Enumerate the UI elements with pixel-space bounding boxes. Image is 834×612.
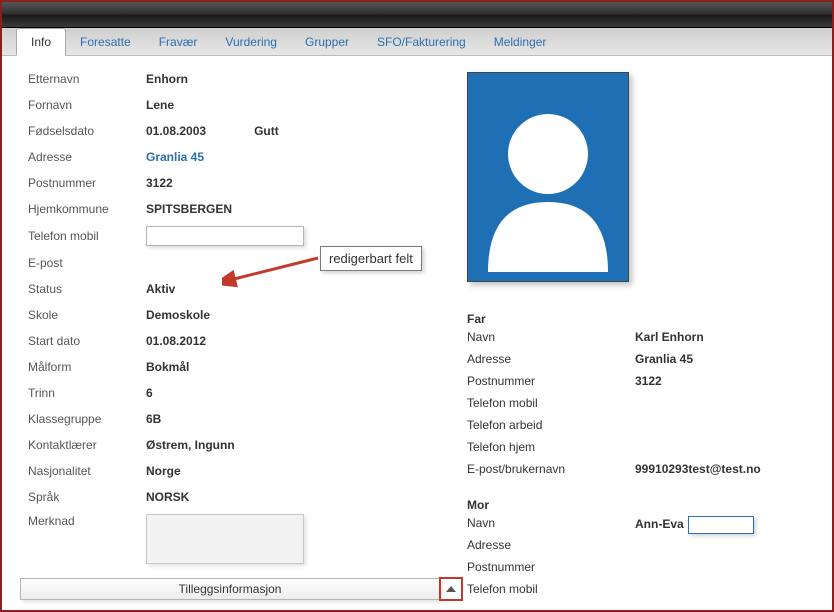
mor-label-adresse: Adresse <box>467 538 635 556</box>
value-sprak: NORSK <box>146 490 189 504</box>
mor-label-navn: Navn <box>467 516 635 534</box>
mor-label-telefon-mobil: Telefon mobil <box>467 582 635 600</box>
label-startdato: Start dato <box>28 334 146 348</box>
telefon-mobil-input[interactable] <box>146 226 304 246</box>
value-nasjonalitet: Norge <box>146 464 181 478</box>
label-adresse: Adresse <box>28 150 146 164</box>
label-status: Status <box>28 282 146 296</box>
tooltip-editable-field: redigerbart felt <box>320 246 422 271</box>
value-postnummer: 3122 <box>146 176 173 190</box>
label-klassegruppe: Klassegruppe <box>28 412 146 426</box>
mor-navn-input[interactable] <box>688 516 754 534</box>
tilleggsinformasjon-toggle[interactable]: Tilleggsinformasjon <box>20 578 440 600</box>
label-malform: Målform <box>28 360 146 374</box>
tab-info[interactable]: Info <box>16 28 66 56</box>
tilleggsinformasjon-label: Tilleggsinformasjon <box>179 582 282 596</box>
far-label-telefon-mobil: Telefon mobil <box>467 396 635 414</box>
value-malform: Bokmål <box>146 360 189 374</box>
content-area: EtternavnEnhorn FornavnLene Fødselsdato0… <box>2 56 832 610</box>
far-heading: Far <box>467 312 817 326</box>
far-label-telefon-hjem: Telefon hjem <box>467 440 635 458</box>
value-fornavn: Lene <box>146 98 174 112</box>
label-merknad: Merknad <box>28 514 146 528</box>
tab-vurdering[interactable]: Vurdering <box>211 29 291 55</box>
mor-label-postnummer: Postnummer <box>467 560 635 578</box>
tab-meldinger[interactable]: Meldinger <box>480 29 561 55</box>
label-fornavn: Fornavn <box>28 98 146 112</box>
value-hjemkommune: SPITSBERGEN <box>146 202 232 216</box>
label-fodselsdato: Fødselsdato <box>28 124 146 138</box>
student-details: EtternavnEnhorn FornavnLene Fødselsdato0… <box>28 70 458 572</box>
student-photo <box>467 72 629 282</box>
value-trinn: 6 <box>146 386 153 400</box>
mor-value-navn: Ann-Eva <box>635 516 754 534</box>
value-etternavn: Enhorn <box>146 72 188 86</box>
far-label-adresse: Adresse <box>467 352 635 370</box>
label-kontaktlarer: Kontaktlærer <box>28 438 146 452</box>
label-skole: Skole <box>28 308 146 322</box>
expand-highlight <box>439 577 463 601</box>
window-titlebar <box>2 2 832 28</box>
value-adresse-link[interactable]: Granlia 45 <box>146 150 204 164</box>
value-status: Aktiv <box>146 282 175 296</box>
mor-heading: Mor <box>467 498 817 512</box>
far-value-navn: Karl Enhorn <box>635 330 704 348</box>
far-label-epost: E-post/brukernavn <box>467 462 635 480</box>
label-sprak: Språk <box>28 490 146 504</box>
value-kjonn: Gutt <box>254 124 279 138</box>
label-trinn: Trinn <box>28 386 146 400</box>
value-skole: Demoskole <box>146 308 210 322</box>
avatar-placeholder-icon <box>473 82 623 272</box>
far-label-postnummer: Postnummer <box>467 374 635 392</box>
tab-grupper[interactable]: Grupper <box>291 29 363 55</box>
value-fodselsdato: 01.08.2003 <box>146 124 206 138</box>
value-klassegruppe: 6B <box>146 412 161 426</box>
label-telefon-mobil: Telefon mobil <box>28 229 146 243</box>
value-startdato: 01.08.2012 <box>146 334 206 348</box>
label-nasjonalitet: Nasjonalitet <box>28 464 146 478</box>
label-hjemkommune: Hjemkommune <box>28 202 146 216</box>
chevron-up-icon[interactable] <box>446 586 456 592</box>
far-value-postnummer: 3122 <box>635 374 662 392</box>
guardians: Far NavnKarl Enhorn AdresseGranlia 45 Po… <box>467 312 817 604</box>
far-label-navn: Navn <box>467 330 635 348</box>
far-label-telefon-arbeid: Telefon arbeid <box>467 418 635 436</box>
label-etternavn: Etternavn <box>28 72 146 86</box>
merknad-textarea[interactable] <box>146 514 304 564</box>
far-value-adresse: Granlia 45 <box>635 352 693 370</box>
far-value-epost: 99910293test@test.no <box>635 462 761 480</box>
tab-sfo[interactable]: SFO/Fakturering <box>363 29 480 55</box>
tab-fravaer[interactable]: Fravær <box>145 29 212 55</box>
label-epost: E-post <box>28 256 146 270</box>
tab-strip: Info Foresatte Fravær Vurdering Grupper … <box>2 28 832 56</box>
label-postnummer: Postnummer <box>28 176 146 190</box>
tab-foresatte[interactable]: Foresatte <box>66 29 145 55</box>
value-kontaktlarer: Østrem, Ingunn <box>146 438 235 452</box>
